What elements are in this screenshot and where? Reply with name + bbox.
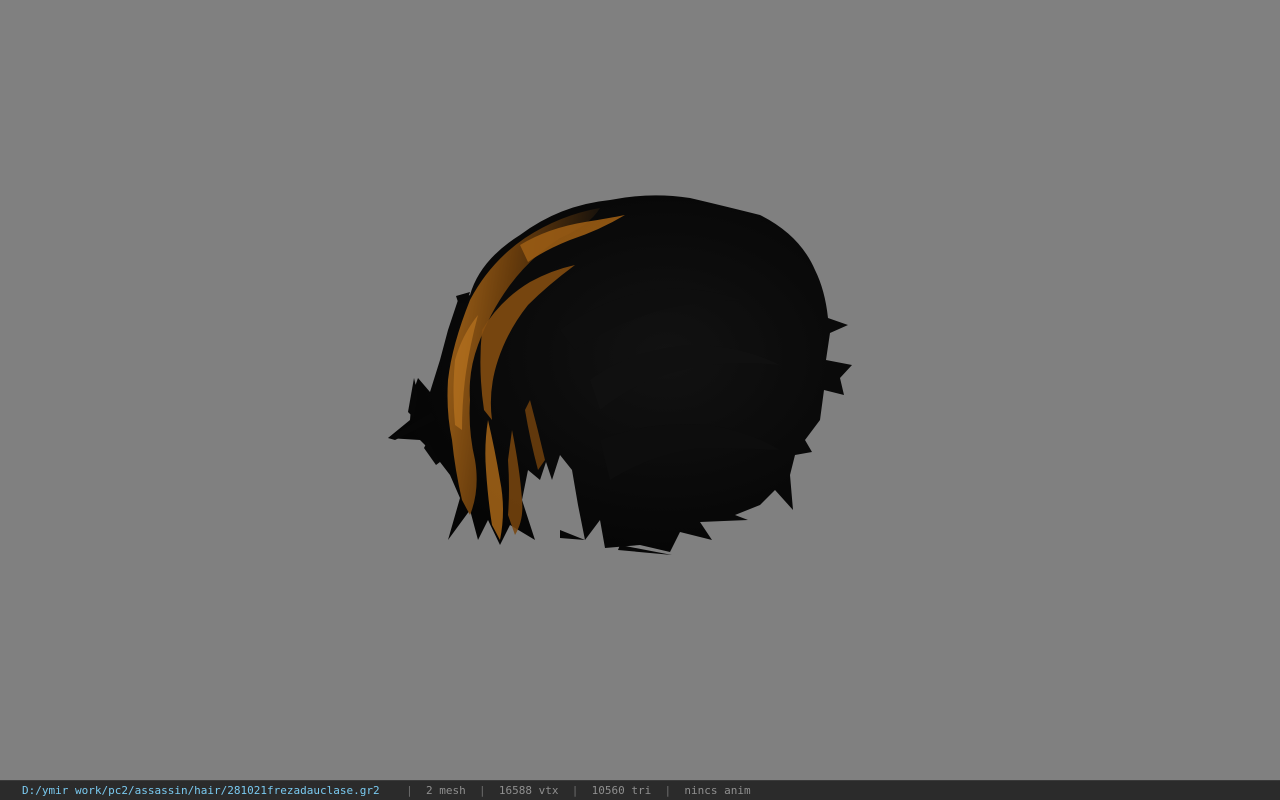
hair-strand <box>560 530 585 540</box>
file-path: D:/ymir work/pc2/assassin/hair/281021fre… <box>22 784 380 797</box>
vertex-count: 16588 vtx <box>498 784 559 797</box>
model-viewport[interactable] <box>0 0 1280 780</box>
status-separator: | <box>479 784 486 797</box>
triangle-count: 10560 tri <box>591 784 652 797</box>
mesh-count: 2 mesh <box>426 784 466 797</box>
status-separator: | <box>406 784 413 797</box>
animation-status: nincs anim <box>684 784 751 797</box>
status-bar: D:/ymir work/pc2/assassin/hair/281021fre… <box>0 780 1280 800</box>
hair-model-render <box>388 195 852 555</box>
